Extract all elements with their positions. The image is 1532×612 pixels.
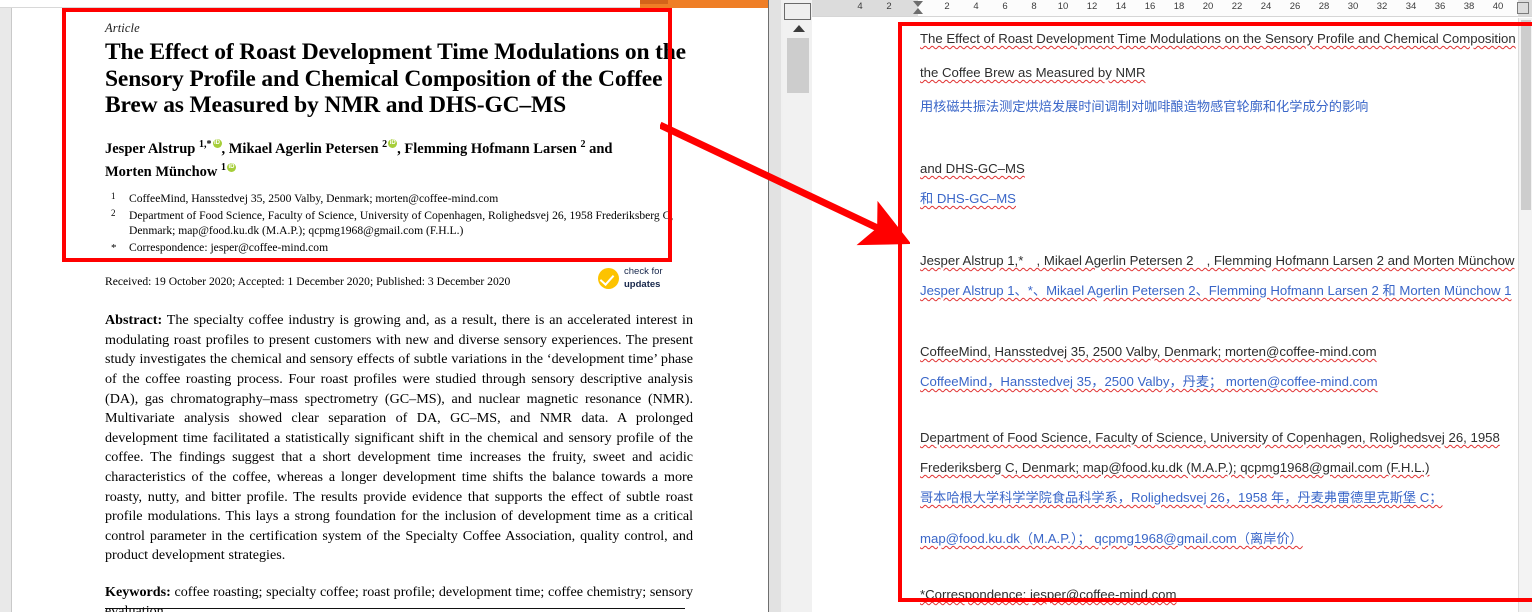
correspondence-text: Correspondence: jesper@coffee-mind.com (129, 240, 329, 254)
translation-line: map@food.ku.dk（M.A.P.）； qcpmg1968@gmail.… (920, 531, 1303, 546)
updates-badge-text: check for updates (624, 266, 663, 291)
ruler-tick: 32 (1376, 1, 1388, 12)
first-line-indent-icon (913, 1, 923, 7)
updates-badge-line1: check for (624, 266, 663, 277)
ruler-tick: 24 (1260, 1, 1272, 12)
ruler-tick: 40 (1492, 1, 1504, 12)
ruler-tick: 2 (944, 1, 950, 12)
updates-badge-line2: updates (624, 278, 661, 290)
ruler-tick: 10 (1057, 1, 1069, 12)
author-sep-3: and (585, 140, 613, 157)
affiliation-item: 2 Department of Food Science, Faculty of… (105, 208, 693, 239)
affiliation-marker: 2 (111, 207, 116, 218)
horizontal-divider-rule (105, 608, 685, 609)
translation-line: the Coffee Brew as Measured by NMR (920, 65, 1146, 80)
author-1-sup: 1,* (199, 138, 212, 150)
scrollbar-top-button[interactable] (784, 3, 811, 20)
pdf-vertical-scrollbar[interactable] (768, 0, 813, 612)
article-type-kicker: Article (105, 21, 140, 35)
abstract-body: The specialty coffee industry is growing… (105, 312, 693, 564)
ruler-tick: 12 (1086, 1, 1098, 12)
translation-line: 哥本哈根大学科学学院食品科学系，Rolighedsvej 26，1958 年，丹… (920, 490, 1443, 505)
keywords-label: Keywords: (105, 583, 171, 600)
article-title: The Effect of Roast Development Time Mod… (105, 39, 686, 118)
correspondence-marker: * (111, 241, 117, 254)
ruler-tick: 26 (1289, 1, 1301, 12)
abstract-label: Abstract: (105, 312, 163, 329)
author-4-sup: 1 (221, 162, 226, 174)
translation-line: Jesper Alstrup 1、*、Mikael Agerlin Peters… (920, 283, 1512, 298)
scrollbar-track-column (769, 0, 781, 612)
ruler-tick: 2 (886, 1, 892, 12)
ruler-tick: 38 (1463, 1, 1475, 12)
orange-accent-bar-dark (640, 0, 668, 4)
affiliation-text: CoffeeMind, Hansstedvej 35, 2500 Valby, … (129, 192, 499, 206)
orcid-icon[interactable] (212, 138, 222, 149)
ruler-tick: 6 (1002, 1, 1008, 12)
author-4-name: Morten Münchow (105, 164, 221, 181)
ruler-tick: 36 (1434, 1, 1446, 12)
author-sep-2: , Flemming Hofmann Larsen (397, 140, 581, 157)
ruler-tick: 30 (1347, 1, 1359, 12)
author-sep-1: , Mikael Agerlin Petersen (221, 140, 383, 157)
ruler-tick: 14 (1115, 1, 1127, 12)
affiliation-text: Department of Food Science, Faculty of S… (129, 208, 674, 238)
ruler-text-zone (918, 0, 1518, 16)
scrollbar-thumb[interactable] (787, 38, 809, 93)
orcid-icon[interactable] (227, 162, 236, 173)
ruler-tick: 4 (973, 1, 979, 12)
affiliation-item: 1 CoffeeMind, Hansstedvej 35, 2500 Valby… (105, 191, 693, 207)
ruler-tick: 18 (1173, 1, 1185, 12)
word-translation-pane: 4 2 2 4 6 8 10 12 14 16 18 20 22 24 26 2… (812, 0, 1532, 612)
translation-line: Department of Food Science, Faculty of S… (920, 430, 1500, 445)
translation-line: *Correspondence: jesper@coffee-mind.com (920, 587, 1177, 602)
word-vertical-scrollbar[interactable] (1518, 18, 1532, 612)
translation-line: The Effect of Roast Development Time Mod… (920, 31, 1516, 46)
chevron-up-icon[interactable] (793, 25, 805, 32)
affiliation-list: 1 CoffeeMind, Hansstedvej 35, 2500 Valby… (105, 191, 693, 255)
translation-line: CoffeeMind, Hansstedvej 35, 2500 Valby, … (920, 344, 1377, 359)
ruler-tick: 8 (1031, 1, 1037, 12)
word-document-body[interactable]: The Effect of Roast Development Time Mod… (812, 18, 1518, 612)
pdf-article-content: Article The Effect of Roast Development … (105, 21, 693, 612)
author-2-sup: 2 (382, 138, 388, 150)
horizontal-ruler[interactable]: 4 2 2 4 6 8 10 12 14 16 18 20 22 24 26 2… (812, 0, 1532, 17)
pdf-left-gutter (0, 8, 12, 612)
tab-stop-icon[interactable] (1517, 2, 1529, 14)
translation-line: 和 DHS-GC–MS (920, 191, 1016, 206)
screenshot-root: Article The Effect of Roast Development … (0, 0, 1532, 612)
author-list: Jesper Alstrup 1,* , Mikael Agerlin Peter… (105, 135, 693, 183)
scrollbar-thumb[interactable] (1521, 20, 1531, 210)
indent-marker-icon[interactable] (913, 0, 924, 16)
hanging-indent-icon (913, 8, 923, 14)
translation-line: CoffeeMind，Hansstedvej 35，2500 Valby，丹麦；… (920, 374, 1378, 389)
affiliation-marker: 1 (111, 191, 116, 202)
ruler-tick: 22 (1231, 1, 1243, 12)
translation-line: and DHS-GC–MS (920, 161, 1025, 176)
author-1-name: Jesper Alstrup (105, 140, 199, 157)
ruler-tick: 4 (857, 1, 863, 12)
ruler-tick: 34 (1405, 1, 1417, 12)
ruler-tick: 28 (1318, 1, 1330, 12)
affiliation-item: * Correspondence: jesper@coffee-mind.com (105, 240, 693, 256)
pdf-viewer-pane: Article The Effect of Roast Development … (0, 0, 768, 612)
translation-line: Jesper Alstrup 1,* , Mikael Agerlin Pete… (920, 253, 1515, 268)
translation-line: 用核磁共振法测定烘焙发展时间调制对咖啡酿造物感官轮廓和化学成分的影响 (920, 99, 1369, 114)
orcid-icon[interactable] (388, 138, 398, 149)
ruler-left-margin-zone (812, 0, 918, 16)
abstract-paragraph: Abstract: The specialty coffee industry … (105, 311, 693, 566)
crossmark-check-for-updates-badge[interactable]: check for updates (598, 266, 690, 292)
pdf-page-canvas: Article The Effect of Roast Development … (13, 9, 755, 612)
ruler-tick: 20 (1202, 1, 1214, 12)
ruler-tick: 16 (1144, 1, 1156, 12)
translation-line: Frederiksberg C, Denmark; map@food.ku.dk… (920, 460, 1430, 475)
